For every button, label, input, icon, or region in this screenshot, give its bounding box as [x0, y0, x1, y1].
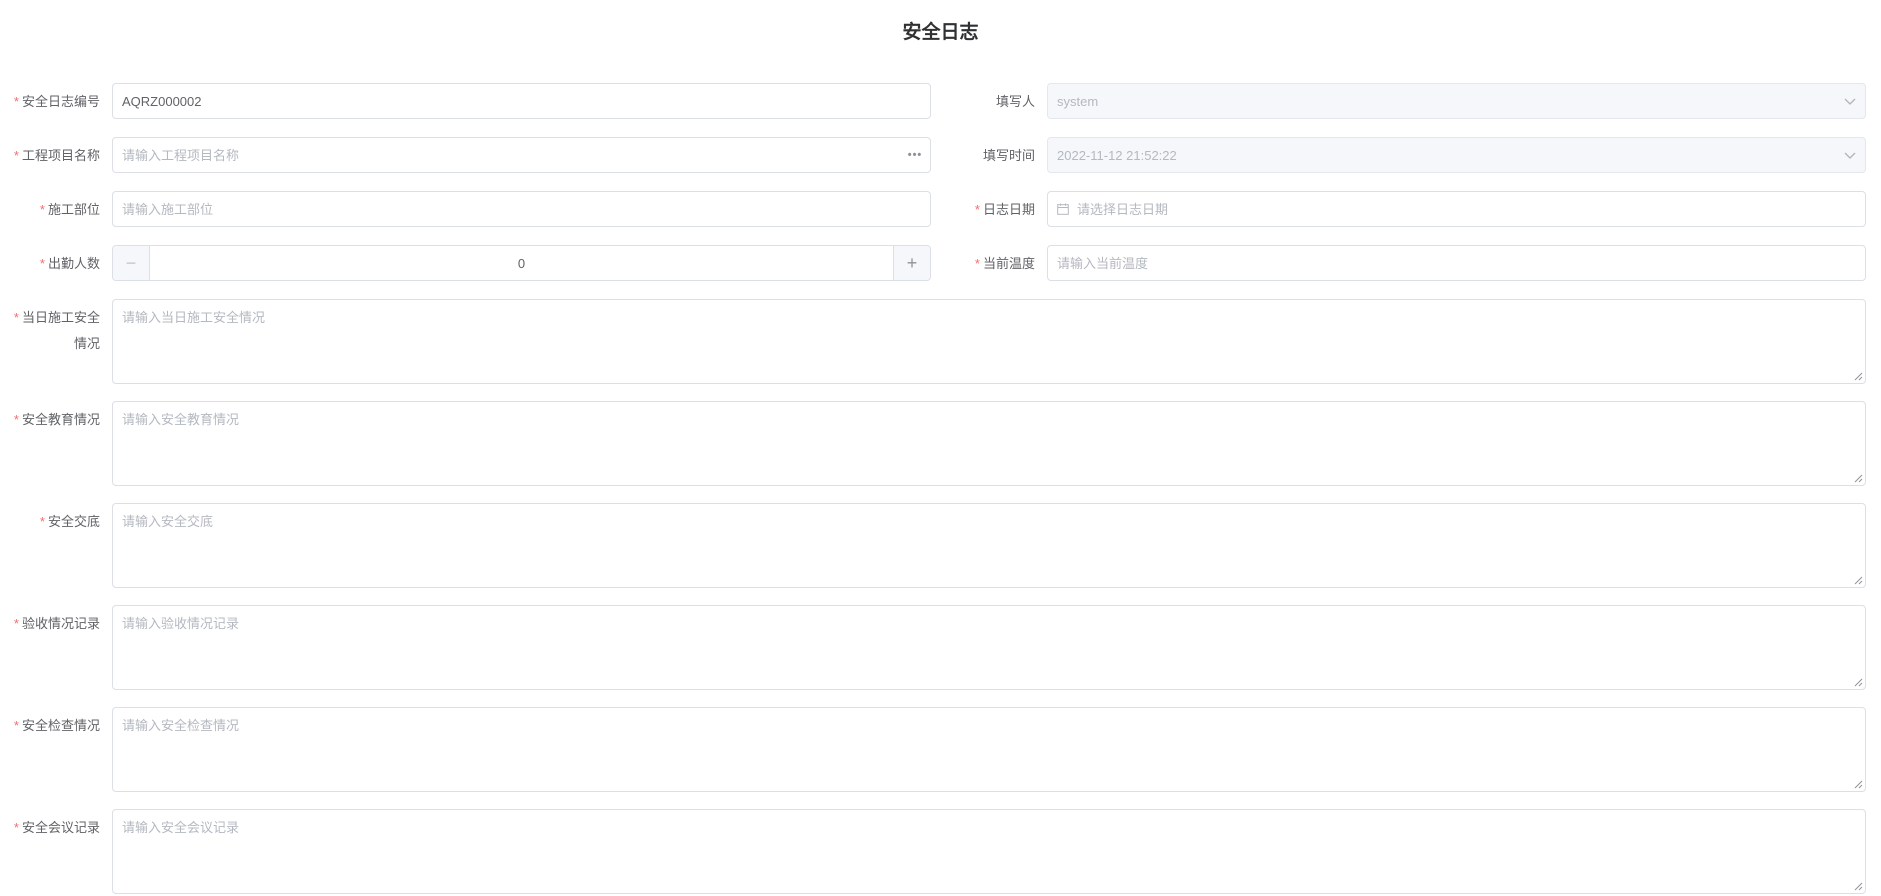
attendance-label: * 出勤人数: [39, 256, 100, 271]
log-date-label: * 日志日期: [974, 202, 1035, 217]
writer-label: 填写人: [995, 94, 1035, 109]
inspection-textarea[interactable]: [112, 707, 1866, 792]
log-no-input[interactable]: [113, 84, 930, 118]
temperature-input[interactable]: [1048, 246, 1865, 280]
briefing-label: * 安全交底: [39, 514, 100, 529]
meeting-textarea[interactable]: [112, 809, 1866, 894]
attendance-input[interactable]: [150, 246, 893, 280]
resize-grip-icon[interactable]: [1854, 474, 1863, 483]
decrease-button[interactable]: −: [113, 246, 150, 280]
meeting-input[interactable]: [113, 810, 1865, 893]
resize-grip-icon[interactable]: [1854, 780, 1863, 789]
resize-grip-icon[interactable]: [1854, 882, 1863, 891]
writer-select[interactable]: [1047, 83, 1866, 119]
resize-grip-icon[interactable]: [1854, 372, 1863, 381]
daily-safety-input[interactable]: [113, 300, 1865, 383]
chevron-down-icon: [1835, 148, 1865, 163]
page-title: 安全日志: [902, 22, 979, 43]
inspection-label: * 安全检查情况: [13, 718, 100, 733]
writer-input[interactable]: [1048, 84, 1835, 118]
education-input[interactable]: [113, 402, 1865, 485]
write-time-input[interactable]: [1048, 138, 1835, 172]
daily-safety-label: * 当日施工安全 情况: [13, 310, 100, 351]
meeting-label: * 安全会议记录: [13, 820, 100, 835]
acceptance-textarea[interactable]: [112, 605, 1866, 690]
part-label: * 施工部位: [39, 202, 100, 217]
write-time-select[interactable]: [1047, 137, 1866, 173]
temperature-label: * 当前温度: [974, 256, 1035, 271]
project-label: * 工程项目名称: [13, 148, 100, 163]
temperature-field[interactable]: [1047, 245, 1866, 281]
project-input[interactable]: [113, 138, 900, 172]
increase-button[interactable]: +: [893, 246, 930, 280]
project-field[interactable]: •••: [112, 137, 931, 173]
education-label: * 安全教育情况: [13, 412, 100, 427]
calendar-icon: [1057, 203, 1069, 215]
more-dots-icon[interactable]: •••: [900, 149, 930, 161]
part-field[interactable]: [112, 191, 931, 227]
daily-safety-textarea[interactable]: [112, 299, 1866, 384]
write-time-label: 填写时间: [982, 148, 1035, 163]
part-input[interactable]: [113, 192, 930, 226]
log-date-picker[interactable]: [1047, 191, 1866, 227]
resize-grip-icon[interactable]: [1854, 678, 1863, 687]
attendance-stepper[interactable]: − +: [112, 245, 931, 281]
log-no-field[interactable]: [112, 83, 931, 119]
log-no-label: * 安全日志编号: [13, 94, 100, 109]
briefing-input[interactable]: [113, 504, 1865, 587]
briefing-textarea[interactable]: [112, 503, 1866, 588]
log-date-input[interactable]: [1069, 192, 1865, 226]
resize-grip-icon[interactable]: [1854, 576, 1863, 585]
inspection-input[interactable]: [113, 708, 1865, 791]
acceptance-input[interactable]: [113, 606, 1865, 689]
acceptance-label: * 验收情况记录: [13, 616, 100, 631]
education-textarea[interactable]: [112, 401, 1866, 486]
chevron-down-icon: [1835, 94, 1865, 109]
